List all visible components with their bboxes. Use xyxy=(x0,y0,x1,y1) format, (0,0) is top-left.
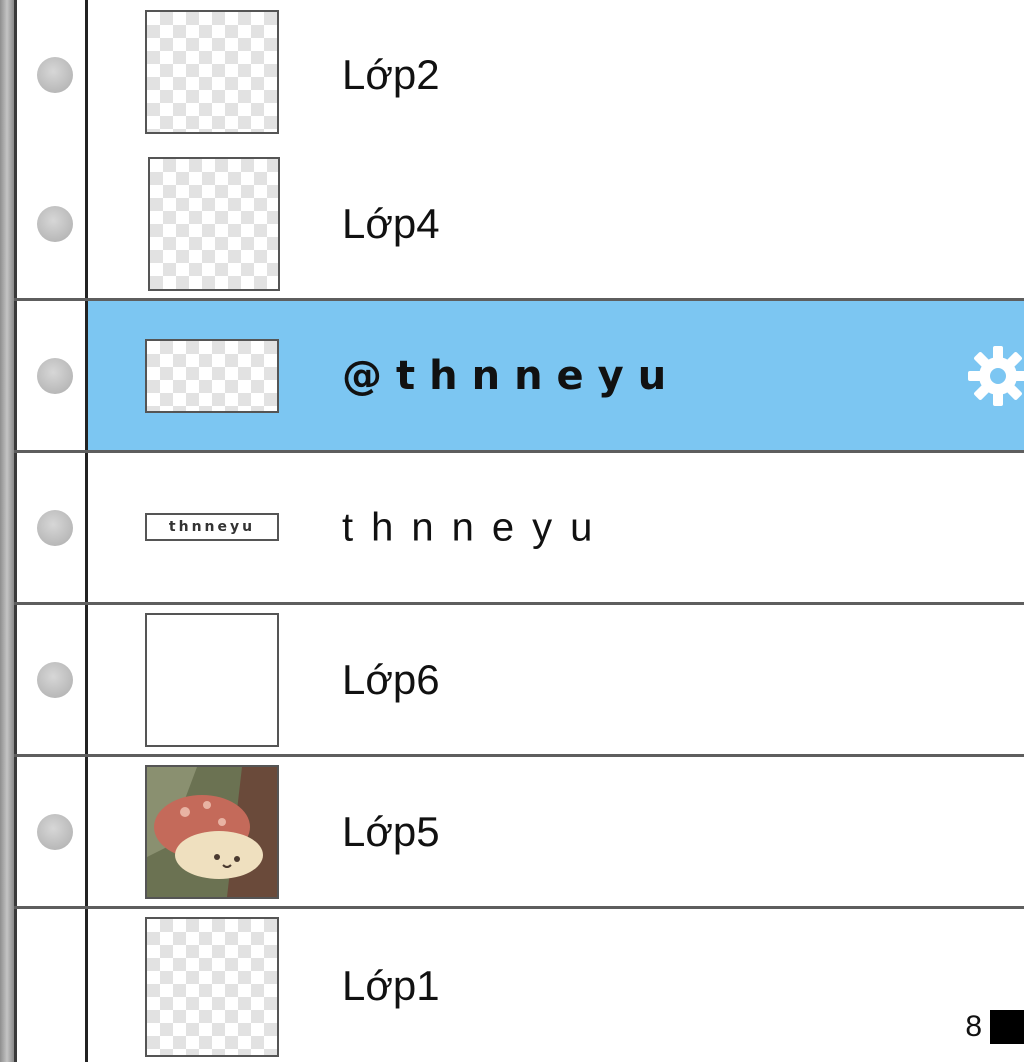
visibility-column xyxy=(14,453,88,602)
layer-thumbnail xyxy=(145,917,279,1057)
visibility-toggle-dot[interactable] xyxy=(37,661,73,698)
layer-row-lop1[interactable]: Lớp1 8 xyxy=(14,909,1024,1062)
visibility-column xyxy=(14,757,88,906)
layer-thumbnail: thnneyu xyxy=(145,513,279,541)
footer-number: 8 xyxy=(965,1010,982,1043)
visibility-toggle-dot[interactable] xyxy=(37,813,73,850)
gear-icon[interactable] xyxy=(964,342,1024,410)
layer-thumbnail-artwork xyxy=(145,765,279,899)
panel-frame-edge xyxy=(0,0,14,1062)
layer-name: Lớp5 xyxy=(342,807,440,855)
visibility-toggle-dot[interactable] xyxy=(37,509,73,546)
layer-row-lop2[interactable]: Lớp2 xyxy=(14,0,1024,152)
visibility-column xyxy=(14,301,88,450)
layer-name: thnneyu xyxy=(342,505,611,549)
layer-row-lop5[interactable]: Lớp5 xyxy=(14,757,1024,909)
layer-name: Lớp1 xyxy=(342,961,440,1009)
visibility-column xyxy=(14,909,88,1062)
layer-name: @thnneyu xyxy=(342,352,681,399)
mushroom-artwork-image xyxy=(147,767,277,897)
layer-thumbnail xyxy=(145,613,279,747)
visibility-column xyxy=(14,0,88,149)
visibility-column xyxy=(14,605,88,754)
visibility-column xyxy=(14,149,88,298)
layer-thumbnail xyxy=(145,339,279,413)
visibility-toggle-dot[interactable] xyxy=(37,56,73,93)
layer-name: Lớp6 xyxy=(342,655,440,703)
layer-row-lop6[interactable]: Lớp6 xyxy=(14,605,1024,757)
visibility-toggle-dot[interactable] xyxy=(37,205,73,242)
layer-name: Lớp2 xyxy=(342,50,440,98)
layer-thumbnail xyxy=(148,157,280,291)
layer-thumbnail xyxy=(145,10,279,134)
layer-row-selected[interactable]: @thnneyu xyxy=(14,301,1024,453)
layer-name: Lớp4 xyxy=(342,199,440,247)
layer-row-thnneyu[interactable]: thnneyu thnneyu xyxy=(14,453,1024,605)
layers-panel: Lớp2 Lớp4 @thnneyu thnneyu thnneyu Lớp6 … xyxy=(14,0,1024,1062)
visibility-toggle-dot[interactable] xyxy=(37,357,73,394)
layer-row-lop4[interactable]: Lớp4 xyxy=(14,149,1024,301)
color-swatch[interactable] xyxy=(990,1010,1024,1044)
